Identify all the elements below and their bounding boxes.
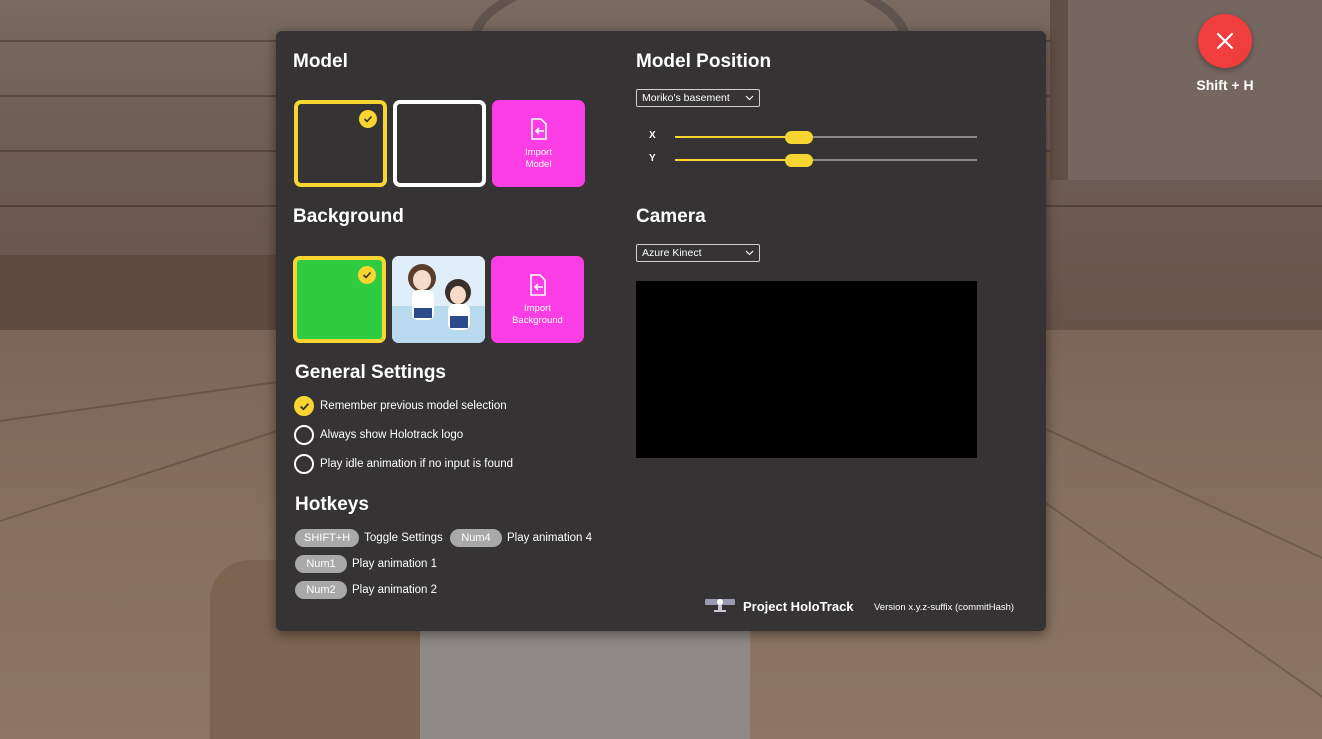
hotkey-item: Num2 Play animation 2 bbox=[295, 581, 437, 599]
background-thumbnail-image bbox=[392, 256, 485, 343]
background-tile-image[interactable] bbox=[392, 256, 485, 343]
import-file-icon bbox=[529, 273, 546, 296]
hotkey-label: Play animation 2 bbox=[352, 584, 438, 596]
app-version: Version x.y.z-suffix (commitHash) bbox=[874, 602, 1015, 613]
import-background-button[interactable]: Import Background bbox=[491, 256, 584, 343]
camera-preview bbox=[636, 281, 977, 458]
import-model-button[interactable]: Import Model bbox=[492, 100, 585, 187]
hotkey-key: Num2 bbox=[295, 581, 347, 599]
chevron-down-icon bbox=[745, 250, 754, 256]
hotkeys-heading: Hotkeys bbox=[295, 494, 369, 515]
unchecked-circle-icon bbox=[294, 454, 314, 474]
model-tile-2[interactable] bbox=[393, 100, 486, 187]
holotrack-logo-icon bbox=[705, 597, 735, 618]
option-remember-model[interactable]: Remember previous model selection bbox=[294, 396, 507, 416]
model-tile-1[interactable] bbox=[294, 100, 387, 187]
x-axis-label: X bbox=[649, 130, 656, 141]
hotkey-key: Num1 bbox=[295, 555, 347, 573]
close-hotkey-hint: Shift + H bbox=[1196, 77, 1254, 93]
hotkey-label: Play animation 4 bbox=[507, 532, 593, 544]
close-icon bbox=[1216, 32, 1234, 50]
hotkey-label: Play animation 1 bbox=[352, 558, 438, 570]
hotkey-key: Num4 bbox=[450, 529, 502, 547]
camera-select[interactable]: Azure Kinect bbox=[636, 244, 760, 262]
checked-icon bbox=[294, 396, 314, 416]
app-title: Project HoloTrack bbox=[743, 599, 854, 614]
hotkey-item: SHIFT+H Toggle Settings bbox=[295, 529, 443, 547]
import-background-label-2: Background bbox=[512, 314, 563, 326]
location-select-value: Moriko's basement bbox=[642, 92, 730, 104]
option-label: Play idle animation if no input is found bbox=[320, 458, 514, 470]
y-slider-fill bbox=[675, 159, 799, 161]
general-settings-heading: General Settings bbox=[295, 362, 446, 383]
import-background-label-1: Import bbox=[524, 302, 551, 314]
location-select[interactable]: Moriko's basement bbox=[636, 89, 760, 107]
option-label: Always show Holotrack logo bbox=[320, 429, 464, 441]
camera-heading: Camera bbox=[636, 206, 706, 227]
hotkey-key: SHIFT+H bbox=[295, 529, 360, 547]
x-slider-track[interactable] bbox=[675, 136, 977, 138]
selected-check-icon bbox=[359, 110, 377, 128]
hotkey-item: Num4 Play animation 4 bbox=[450, 529, 592, 547]
option-idle-animation[interactable]: Play idle animation if no input is found bbox=[294, 454, 513, 474]
import-model-label-1: Import bbox=[525, 146, 552, 158]
unchecked-circle-icon bbox=[294, 425, 314, 445]
camera-select-value: Azure Kinect bbox=[642, 247, 702, 259]
import-file-icon bbox=[530, 117, 547, 140]
background-tile-green[interactable] bbox=[293, 256, 386, 343]
y-axis-label: Y bbox=[649, 153, 656, 164]
import-model-label-2: Model bbox=[525, 158, 552, 170]
close-settings-button[interactable] bbox=[1198, 14, 1252, 68]
model-heading: Model bbox=[293, 51, 348, 72]
x-slider-thumb[interactable] bbox=[784, 131, 813, 144]
model-position-heading: Model Position bbox=[636, 51, 772, 72]
option-label: Remember previous model selection bbox=[320, 400, 507, 412]
y-slider-thumb[interactable] bbox=[784, 154, 813, 167]
hotkey-label: Toggle Settings bbox=[364, 532, 443, 544]
hotkey-item: Num1 Play animation 1 bbox=[295, 555, 437, 573]
selected-check-icon bbox=[358, 266, 376, 284]
x-slider-fill bbox=[675, 136, 799, 138]
background-heading: Background bbox=[293, 206, 404, 227]
option-show-logo[interactable]: Always show Holotrack logo bbox=[294, 425, 463, 445]
chevron-down-icon bbox=[745, 95, 754, 101]
y-slider-track[interactable] bbox=[675, 159, 977, 161]
